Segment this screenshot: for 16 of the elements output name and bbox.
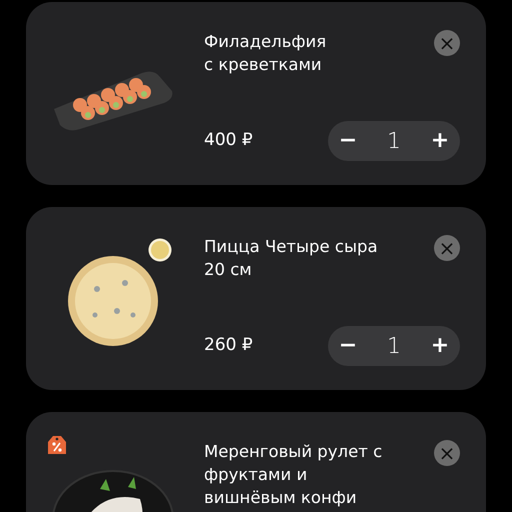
remove-button[interactable]: × (434, 30, 460, 56)
product-title: Меренговый рулет с фруктами и вишнёвым конфи (204, 441, 382, 509)
sauce-icon (148, 238, 172, 262)
plus-button[interactable]: + (426, 335, 454, 357)
quantity: 1 (387, 332, 401, 360)
remove-button[interactable]: × (434, 235, 460, 261)
price: 260 ₽ (204, 334, 253, 358)
minus-button[interactable]: − (334, 130, 362, 152)
plus-button[interactable]: + (426, 130, 454, 152)
remove-button[interactable]: × (434, 440, 460, 466)
discount-tag-icon (46, 434, 68, 456)
minus-button[interactable]: − (334, 335, 362, 357)
product-title: Пицца Четыре сыра 20 см (204, 236, 378, 281)
price: 400 ₽ (204, 129, 253, 152)
quantity: 1 (387, 128, 401, 156)
product-title: Филадельфия с креветками (204, 31, 326, 76)
